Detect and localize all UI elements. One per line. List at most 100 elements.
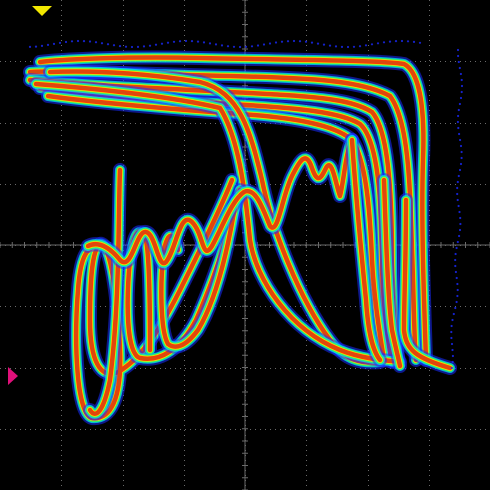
halo-dot [76, 39, 80, 43]
halo-dot [406, 40, 410, 43]
halo-dot [456, 48, 460, 52]
halo-dot [457, 174, 460, 178]
halo-dot [459, 96, 463, 100]
halo-dot [154, 43, 158, 46]
halo-dot [118, 45, 122, 48]
halo-dot [459, 216, 462, 220]
halo-dot [450, 330, 453, 334]
halo-dot [456, 282, 459, 286]
halo-dot [457, 114, 460, 118]
halo-dot [454, 270, 457, 274]
halo-dot [244, 45, 248, 48]
halo-dot [136, 45, 140, 49]
halo-dot [458, 66, 461, 70]
halo-dot [328, 44, 332, 47]
halo-dot [250, 45, 254, 48]
halo-dot [382, 41, 386, 44]
halo-dot [450, 366, 454, 370]
halo-dot [100, 42, 104, 45]
halo-dot [451, 354, 454, 358]
halo-dot [388, 40, 392, 43]
halo-dot [458, 228, 462, 232]
halo-dot [40, 44, 44, 48]
halo-dot [456, 192, 459, 196]
halo-dot [310, 41, 314, 44]
halo-dot [412, 40, 416, 44]
halo-dot [456, 294, 459, 298]
halo-dot [454, 264, 457, 268]
halo-dot [280, 40, 284, 43]
halo-dot [88, 40, 92, 43]
halo-dot [459, 138, 462, 142]
halo-dot [232, 45, 236, 48]
halo-dot [418, 41, 422, 44]
halo-dot [370, 43, 374, 46]
halo-dot [459, 72, 462, 76]
halo-dot [364, 44, 368, 47]
halo-dot [160, 42, 164, 45]
halo-dot [456, 120, 459, 124]
halo-dot [130, 45, 134, 49]
halo-dot [208, 42, 212, 45]
halo-dot [28, 45, 32, 49]
halo-dot [124, 45, 128, 48]
halo-dot [457, 54, 460, 58]
halo-dot [457, 204, 460, 208]
halo-dot [458, 168, 462, 172]
halo-dot [274, 41, 278, 44]
halo-dot [196, 40, 200, 43]
halo-dot [340, 45, 344, 49]
halo-dot [106, 43, 110, 46]
halo-dot [457, 60, 460, 64]
halo-dot [52, 42, 56, 46]
halo-dot [459, 144, 463, 148]
halo-dot [298, 40, 302, 43]
halo-dot [400, 39, 404, 43]
halo-dot [459, 222, 462, 226]
halo-dot [190, 40, 194, 43]
halo-dot [202, 41, 206, 44]
halo-dot [456, 186, 459, 190]
halo-dot [458, 102, 461, 106]
halo-dot [226, 45, 230, 48]
halo-dot [456, 240, 459, 244]
halo-dot [454, 258, 457, 262]
halo-dot [304, 40, 308, 43]
halo-dot [184, 39, 188, 43]
halo-dot [70, 40, 74, 43]
halo-dot [451, 360, 454, 364]
halo-dot [34, 45, 38, 48]
halo-dot [460, 90, 463, 94]
halo-dot [376, 42, 380, 45]
halo-dot [358, 45, 362, 48]
halo-dot [94, 41, 98, 44]
halo-dot [166, 41, 170, 44]
halo-dot [238, 45, 242, 49]
halo-dot [455, 276, 458, 280]
halo-dot [58, 41, 62, 45]
halo-dot [460, 84, 464, 88]
halo-dot [82, 40, 86, 43]
halo-dot [220, 44, 224, 47]
halo-dot [459, 162, 463, 166]
xy-plot-area [0, 0, 490, 490]
halo-dot [178, 40, 182, 43]
halo-dot [458, 132, 461, 136]
halo-dot [172, 40, 176, 43]
halo-dot [452, 312, 455, 316]
halo-dot [455, 300, 458, 304]
halo-dot [457, 108, 460, 112]
halo-dot [64, 40, 68, 44]
halo-dot [322, 43, 326, 46]
halo-dot [142, 45, 146, 48]
oscilloscope-display [0, 0, 490, 490]
halo-dot [455, 246, 458, 250]
halo-dot [458, 234, 461, 238]
halo-dot [454, 252, 457, 256]
halo-dot [451, 348, 454, 352]
halo-dot [352, 45, 356, 48]
halo-dot [451, 318, 454, 322]
halo-dot [268, 42, 272, 45]
halo-dot [292, 39, 296, 43]
halo-dot [148, 44, 152, 47]
